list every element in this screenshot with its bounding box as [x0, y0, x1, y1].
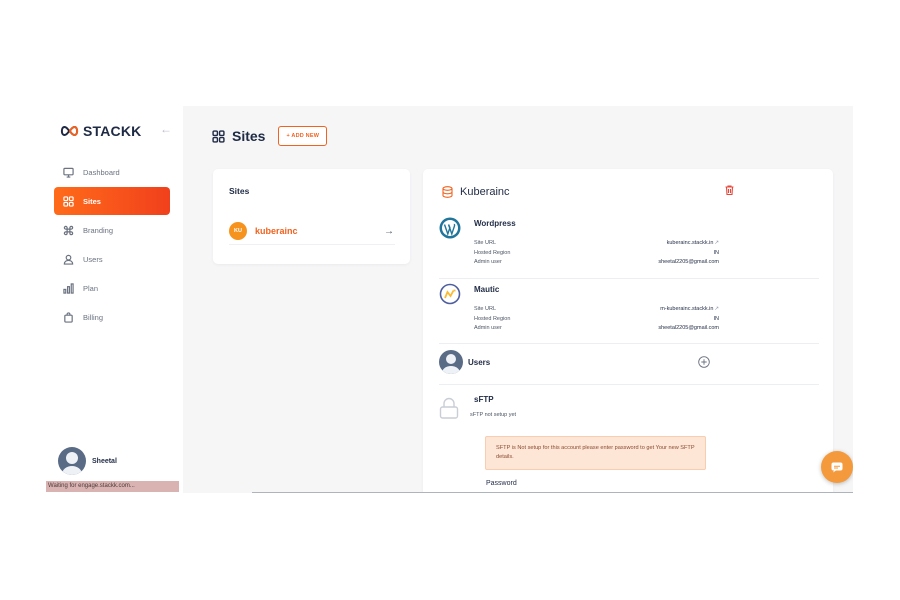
monitor-icon	[62, 166, 74, 178]
site-initials-badge: KU	[229, 222, 247, 240]
row-label: Hosted Region	[474, 250, 511, 256]
sites-list-card: Sites KU kuberainc →	[213, 169, 410, 264]
hosted-region-row: Hosted Region IN	[474, 250, 719, 256]
mautic-icon	[439, 283, 461, 305]
row-label: Site URL	[474, 306, 497, 312]
database-icon	[442, 186, 453, 198]
command-icon	[62, 224, 74, 236]
site-url-row: Site URL m-kuberainc.stackk.in↗	[474, 306, 719, 312]
password-label: Password	[486, 480, 517, 487]
current-user[interactable]: Sheetal	[58, 447, 117, 475]
grid-icon	[212, 129, 225, 143]
admin-user-value: sheetal2205@gmail.com	[658, 325, 719, 331]
add-user-button[interactable]	[698, 356, 710, 368]
app-mautic: Mautic Site URL m-kuberainc.stackk.in↗ H…	[439, 283, 819, 344]
avatar	[58, 447, 86, 475]
trash-icon[interactable]	[725, 185, 734, 195]
sidebar-item-label: Users	[83, 254, 103, 264]
page-title: Sites	[232, 128, 266, 144]
row-label: Site URL	[474, 240, 497, 246]
user-icon	[62, 253, 74, 265]
sidebar-item-dashboard[interactable]: Dashboard	[54, 158, 170, 186]
chat-icon	[831, 462, 843, 472]
user-name: Sheetal	[92, 457, 117, 465]
sites-card-title: Sites	[229, 186, 250, 196]
sidebar: STACKK ← Dashboard Sites Branding Users	[46, 106, 183, 493]
users-section: Users	[439, 348, 819, 385]
sftp-warning-alert: SFTP is Not setup for this account pleas…	[485, 436, 706, 470]
bag-icon	[62, 311, 74, 323]
sidebar-item-branding[interactable]: Branding	[54, 216, 170, 244]
row-label: Hosted Region	[474, 316, 511, 322]
infinity-logo-icon	[60, 125, 79, 137]
admin-user-value: sheetal2205@gmail.com	[658, 259, 719, 265]
sidebar-item-label: Sites	[83, 196, 101, 206]
list-item[interactable]: KU kuberainc →	[229, 218, 395, 245]
external-link-icon: ↗	[714, 240, 719, 246]
site-detail-card: Kuberainc Wordpress Site URL kuberainc.s…	[423, 169, 833, 493]
site-name: kuberainc	[255, 226, 298, 236]
avatar	[439, 350, 463, 374]
grid-icon	[62, 195, 74, 207]
sftp-title: sFTP	[474, 395, 494, 404]
app-window: STACKK ← Dashboard Sites Branding Users	[46, 106, 853, 493]
add-new-button[interactable]: + ADD NEW	[278, 126, 328, 146]
divider	[252, 492, 853, 493]
brand-name: STACKK	[83, 123, 142, 139]
sidebar-item-billing[interactable]: Billing	[54, 303, 170, 331]
users-label: Users	[468, 358, 491, 367]
site-url-value: m-kuberainc.stackk.in	[660, 306, 714, 312]
site-url-link[interactable]: kuberainc.stackk.in↗	[667, 240, 719, 246]
site-url-link[interactable]: m-kuberainc.stackk.in↗	[660, 306, 719, 312]
sidebar-nav: Dashboard Sites Branding Users Plan Bill…	[54, 158, 170, 332]
collapse-sidebar-icon[interactable]: ←	[160, 122, 172, 136]
lock-icon	[439, 397, 459, 419]
wordpress-icon	[439, 217, 461, 239]
site-url-value: kuberainc.stackk.in	[666, 240, 714, 246]
admin-user-row: Admin user sheetal2205@gmail.com	[474, 325, 719, 331]
hosted-region-row: Hosted Region IN	[474, 316, 719, 322]
admin-user-row: Admin user sheetal2205@gmail.com	[474, 259, 719, 265]
hosted-region-value: IN	[713, 250, 720, 256]
row-label: Admin user	[474, 259, 502, 265]
hosted-region-value: IN	[713, 316, 720, 322]
browser-status-bar: Waiting for engage.stackk.com...	[46, 481, 179, 492]
sidebar-item-label: Billing	[83, 312, 104, 322]
brand-logo[interactable]: STACKK	[59, 123, 142, 139]
arrow-right-icon: →	[384, 225, 394, 237]
site-detail-title: Kuberainc	[460, 186, 510, 198]
page-header: Sites + ADD NEW	[212, 126, 328, 146]
sftp-status: sFTP not setup yet	[470, 412, 517, 418]
app-name: Wordpress	[474, 219, 516, 228]
sidebar-item-sites[interactable]: Sites	[54, 187, 170, 215]
app-wordpress: Wordpress Site URL kuberainc.stackk.in↗ …	[439, 217, 819, 279]
chat-button[interactable]	[821, 451, 853, 483]
site-url-row: Site URL kuberainc.stackk.in↗	[474, 240, 719, 246]
sidebar-item-label: Plan	[83, 283, 99, 293]
sidebar-item-users[interactable]: Users	[54, 245, 170, 273]
sidebar-item-plan[interactable]: Plan	[54, 274, 170, 302]
row-label: Admin user	[474, 325, 502, 331]
app-name: Mautic	[474, 285, 500, 294]
sidebar-item-label: Branding	[83, 225, 114, 235]
sidebar-item-label: Dashboard	[83, 167, 120, 177]
external-link-icon: ↗	[714, 306, 719, 312]
bar-chart-icon	[62, 282, 74, 294]
site-detail-header: Kuberainc	[442, 186, 510, 198]
sftp-section: sFTP sFTP not setup yet SFTP is Not setu…	[439, 393, 819, 493]
